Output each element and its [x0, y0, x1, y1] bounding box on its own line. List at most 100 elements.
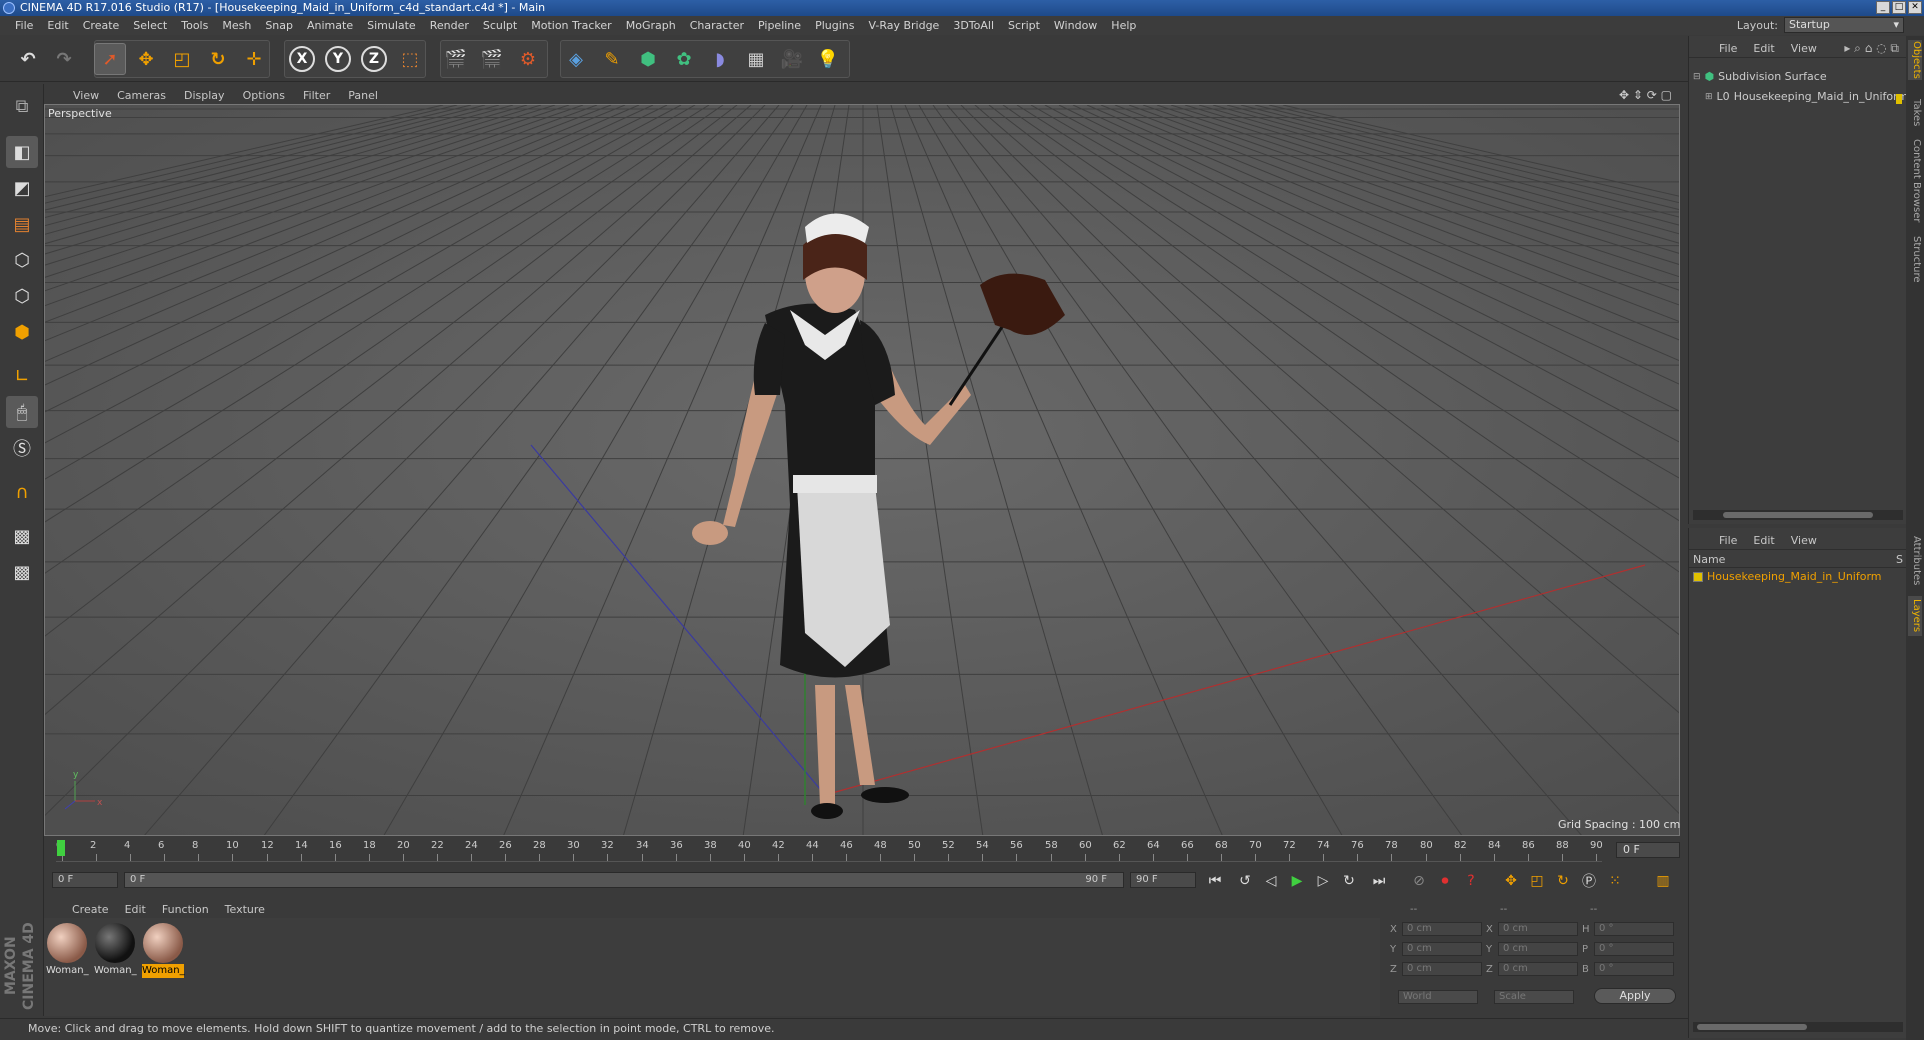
object-row[interactable]: ⊟ ⬢ Subdivision Surface: [1693, 70, 1827, 83]
y-axis-icon[interactable]: Y: [322, 43, 354, 75]
position-z-field[interactable]: 0 cm: [1402, 962, 1482, 976]
previous-key-icon[interactable]: ↺: [1234, 870, 1256, 892]
menu-vray-bridge[interactable]: V-Ray Bridge: [861, 19, 946, 32]
layer-manager-scrollbar[interactable]: [1693, 1022, 1903, 1032]
apply-button[interactable]: Apply: [1594, 988, 1676, 1004]
viewport-3d[interactable]: y x: [44, 104, 1680, 836]
object-menu-edit[interactable]: Edit: [1745, 42, 1782, 55]
menu-plugins[interactable]: Plugins: [808, 19, 861, 32]
autokey-icon[interactable]: ⏺: [1434, 870, 1456, 892]
maximize-button[interactable]: □: [1892, 1, 1906, 14]
viewport-menu-cameras[interactable]: Cameras: [108, 89, 175, 102]
material-swatch[interactable]: Woman_: [46, 922, 89, 980]
previous-frame-icon[interactable]: ◁: [1260, 870, 1282, 892]
floor-icon[interactable]: ▦: [740, 43, 772, 75]
expand-icon[interactable]: ⊞: [1705, 92, 1713, 102]
next-key-icon[interactable]: ↻: [1338, 870, 1360, 892]
menu-edit[interactable]: Edit: [40, 19, 75, 32]
size-z-field[interactable]: 0 cm: [1498, 962, 1578, 976]
menu-animate[interactable]: Animate: [300, 19, 360, 32]
timeline[interactable]: 0246810121416182022242628303234363840424…: [44, 836, 1680, 866]
tab-structure[interactable]: Structure: [1908, 232, 1922, 286]
menu-motion-tracker[interactable]: Motion Tracker: [524, 19, 618, 32]
layer-menu-edit[interactable]: Edit: [1745, 534, 1782, 547]
frame-end-field[interactable]: 0 F: [1616, 842, 1680, 858]
move-icon[interactable]: ✥: [130, 43, 162, 75]
tab-attributes[interactable]: Attributes: [1908, 532, 1922, 590]
key-pla-icon[interactable]: ⁙: [1604, 870, 1626, 892]
object-row[interactable]: ⊞ L0 Housekeeping_Maid_in_Uniform: [1705, 90, 1908, 103]
menu-select[interactable]: Select: [126, 19, 174, 32]
polygons-mode-icon[interactable]: ⬢: [6, 316, 38, 348]
size-y-field[interactable]: 0 cm: [1498, 942, 1578, 956]
go-to-end-icon[interactable]: ⏭: [1368, 870, 1390, 892]
menu-render[interactable]: Render: [423, 19, 476, 32]
max-frame-field[interactable]: 90 F: [1130, 872, 1196, 888]
key-parameter-icon[interactable]: Ⓟ: [1578, 870, 1600, 892]
viewport-menu-panel[interactable]: Panel: [339, 89, 387, 102]
layer-row[interactable]: Housekeeping_Maid_in_Uniform: [1693, 570, 1882, 583]
playhead[interactable]: [57, 840, 65, 856]
coordinate-system-icon[interactable]: ⬚: [394, 43, 426, 75]
planar-workplane-icon[interactable]: ▩: [6, 556, 38, 588]
menu-create[interactable]: Create: [76, 19, 127, 32]
record-keys-icon[interactable]: ⊘: [1408, 870, 1430, 892]
position-x-field[interactable]: 0 cm: [1402, 922, 1482, 936]
material-swatch-selected[interactable]: Woman_: [142, 922, 185, 980]
pen-icon[interactable]: ✎: [596, 43, 628, 75]
texture-mode-icon[interactable]: ◩: [6, 172, 38, 204]
position-y-field[interactable]: 0 cm: [1402, 942, 1482, 956]
viewport-menu-filter[interactable]: Filter: [294, 89, 339, 102]
tweak-mode-icon[interactable]: 🖱: [6, 396, 38, 428]
menu-window[interactable]: Window: [1047, 19, 1104, 32]
cube-icon[interactable]: ◈: [560, 43, 592, 75]
go-to-start-icon[interactable]: ⏮: [1204, 870, 1226, 892]
menu-3dtoall[interactable]: 3DToAll: [946, 19, 1001, 32]
material-menu-edit[interactable]: Edit: [117, 903, 154, 916]
lock-workplane-icon[interactable]: ▩: [6, 520, 38, 552]
collapse-icon[interactable]: ⊟: [1693, 72, 1701, 82]
layer-color-swatch[interactable]: [1693, 571, 1703, 582]
next-frame-icon[interactable]: ▷: [1312, 870, 1334, 892]
layer-menu-view[interactable]: View: [1783, 534, 1825, 547]
live-selection-icon[interactable]: ➚: [94, 43, 126, 75]
object-menu-view[interactable]: View: [1783, 42, 1825, 55]
tab-content-browser[interactable]: Content Browser: [1908, 136, 1922, 226]
light-icon[interactable]: 💡: [812, 43, 844, 75]
frame-range-slider[interactable]: 0 F 90 F: [124, 872, 1124, 888]
timeline-ruler[interactable]: 0246810121416182022242628303234363840424…: [56, 840, 1603, 862]
keyframe-selection-icon[interactable]: ?: [1460, 870, 1482, 892]
menu-tools[interactable]: Tools: [174, 19, 215, 32]
minimize-button[interactable]: _: [1876, 1, 1890, 14]
size-x-field[interactable]: 0 cm: [1498, 922, 1578, 936]
render-view-icon[interactable]: 🎬: [440, 43, 472, 75]
close-button[interactable]: ✕: [1908, 1, 1922, 14]
viewport-menu-display[interactable]: Display: [175, 89, 234, 102]
key-scale-icon[interactable]: ◰: [1526, 870, 1548, 892]
material-menu-create[interactable]: Create: [64, 903, 117, 916]
tab-layers[interactable]: Layers: [1908, 596, 1922, 636]
menu-mograph[interactable]: MoGraph: [619, 19, 683, 32]
subdivision-icon[interactable]: ⬢: [632, 43, 664, 75]
magnet-icon[interactable]: ∩: [6, 476, 38, 508]
deformer-icon[interactable]: ◗: [704, 43, 736, 75]
layout-select[interactable]: Startup: [1784, 17, 1904, 33]
key-position-icon[interactable]: ✥: [1500, 870, 1522, 892]
redo-icon[interactable]: ↷: [48, 43, 80, 75]
object-manager-tools-icon[interactable]: ▸ ⌕ ⌂ ◌ ⧉: [1844, 41, 1899, 56]
render-settings-icon[interactable]: ⚙: [512, 43, 544, 75]
points-mode-icon[interactable]: ⬡: [6, 244, 38, 276]
menu-help[interactable]: Help: [1104, 19, 1143, 32]
axis-mode-icon[interactable]: ∟: [6, 360, 38, 392]
tab-takes[interactable]: Takes: [1908, 96, 1922, 130]
transform-icon[interactable]: ✛: [238, 43, 270, 75]
scale-icon[interactable]: ◰: [166, 43, 198, 75]
menu-character[interactable]: Character: [683, 19, 751, 32]
viewport-menu-view[interactable]: View: [64, 89, 108, 102]
edges-mode-icon[interactable]: ⬡: [6, 280, 38, 312]
make-editable-icon[interactable]: ⧉: [6, 90, 38, 122]
play-icon[interactable]: ▶: [1286, 870, 1308, 892]
key-rotation-icon[interactable]: ↻: [1552, 870, 1574, 892]
menu-script[interactable]: Script: [1001, 19, 1047, 32]
material-menu-texture[interactable]: Texture: [217, 903, 273, 916]
